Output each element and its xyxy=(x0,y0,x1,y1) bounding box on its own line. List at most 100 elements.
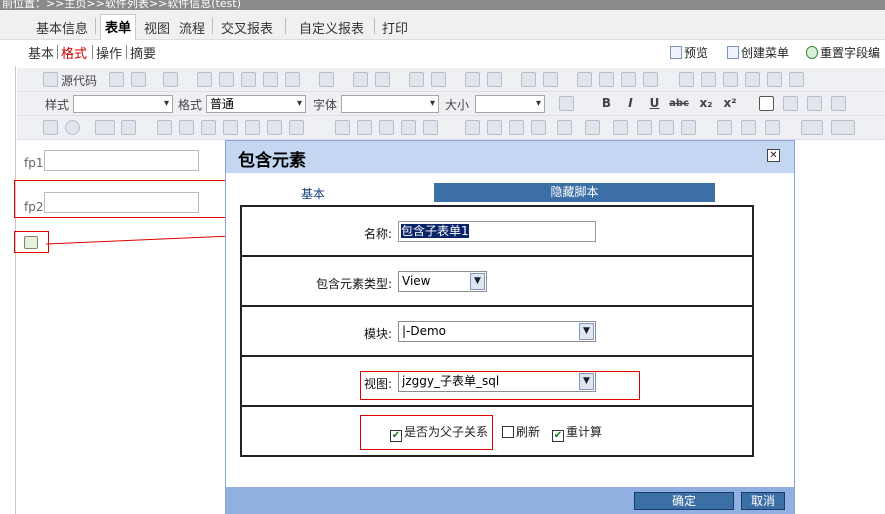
find-icon[interactable] xyxy=(409,72,424,87)
globe-icon[interactable] xyxy=(681,120,696,135)
bracket-icon[interactable] xyxy=(267,120,282,135)
remove-format-icon[interactable] xyxy=(487,72,502,87)
font-select[interactable] xyxy=(341,95,439,113)
undo-icon[interactable] xyxy=(353,72,368,87)
bullet-list-icon[interactable] xyxy=(543,72,558,87)
file-field-icon[interactable] xyxy=(357,120,372,135)
cancel-button[interactable]: 取消 xyxy=(741,492,785,510)
refresh-option[interactable]: 刷新 xyxy=(502,423,540,440)
flash-icon[interactable] xyxy=(701,72,716,87)
tab-basic[interactable]: 基本 xyxy=(301,185,325,202)
pencil-icon[interactable] xyxy=(465,120,480,135)
align-right-icon[interactable] xyxy=(807,96,822,111)
image-icon[interactable] xyxy=(679,72,694,87)
chain-icon[interactable] xyxy=(717,120,732,135)
subnav-basic[interactable]: 基本 xyxy=(28,43,54,62)
paste-icon[interactable] xyxy=(241,72,256,87)
copy-icon[interactable] xyxy=(219,72,234,87)
ok-button[interactable]: 确定 xyxy=(634,492,734,510)
bg-color-icon[interactable] xyxy=(831,120,855,135)
numbered-list-icon[interactable] xyxy=(521,72,536,87)
create-menu-button[interactable]: 创建菜单 xyxy=(727,44,789,61)
close-icon[interactable]: ✕ xyxy=(767,149,780,162)
table-icon[interactable] xyxy=(723,72,738,87)
radio-field-icon[interactable] xyxy=(65,120,80,135)
align-justify-icon[interactable] xyxy=(831,96,846,111)
select-field-icon[interactable] xyxy=(379,120,394,135)
size-select[interactable] xyxy=(475,95,545,113)
select-all-icon[interactable] xyxy=(465,72,480,87)
textfield-icon[interactable] xyxy=(95,120,115,135)
special-char-icon[interactable] xyxy=(789,72,804,87)
document-icon[interactable] xyxy=(659,120,674,135)
reset-fields-button[interactable]: 重置字段编 xyxy=(806,44,880,61)
tab-basic-info[interactable]: 基本信息 xyxy=(32,16,92,39)
outdent-icon[interactable] xyxy=(577,72,592,87)
subnav-format[interactable]: 格式 xyxy=(61,43,87,62)
paste-word-icon[interactable] xyxy=(285,72,300,87)
paste-text-icon[interactable] xyxy=(263,72,278,87)
style-select[interactable] xyxy=(73,95,173,113)
align-center-icon[interactable] xyxy=(783,96,798,111)
bold-button[interactable]: B xyxy=(599,96,614,111)
font-color-icon[interactable] xyxy=(801,120,823,135)
textarea-icon[interactable] xyxy=(121,120,136,135)
blockquote-icon[interactable] xyxy=(621,72,636,87)
fp2-input[interactable] xyxy=(44,192,199,213)
fp1-input[interactable] xyxy=(44,150,199,171)
image-button-icon[interactable] xyxy=(401,120,416,135)
anchor-icon[interactable] xyxy=(765,120,780,135)
save-icon[interactable] xyxy=(109,72,124,87)
smiley-icon[interactable] xyxy=(767,72,782,87)
type-select[interactable]: View ▼ xyxy=(398,271,487,292)
module-select[interactable]: |-Demo ▼ xyxy=(398,321,596,342)
subnav-summary[interactable]: 摘要 xyxy=(130,43,156,62)
include-element-icon[interactable] xyxy=(289,120,304,135)
replace-icon[interactable] xyxy=(431,72,446,87)
spellcheck-icon[interactable] xyxy=(319,72,334,87)
new-page-icon[interactable] xyxy=(131,72,146,87)
tab-cross-report[interactable]: 交叉报表 xyxy=(217,16,277,39)
hidden-field-icon[interactable] xyxy=(201,120,216,135)
source-button[interactable]: 源代码 xyxy=(61,72,97,89)
window-icon[interactable] xyxy=(509,120,524,135)
underline-button[interactable]: U xyxy=(647,96,662,111)
tab-view-icon[interactable] xyxy=(487,120,502,135)
picture-icon[interactable] xyxy=(637,120,652,135)
tab-form[interactable]: 表单 xyxy=(100,14,137,40)
tab-hidden-script[interactable]: 隐藏脚本 xyxy=(434,183,715,202)
recalc-checkbox[interactable]: ✔ xyxy=(552,430,564,442)
tab-print[interactable]: 打印 xyxy=(378,16,412,39)
align-left-icon[interactable] xyxy=(759,96,774,111)
tools-icon[interactable] xyxy=(245,120,260,135)
checkbox-field-icon[interactable] xyxy=(43,120,58,135)
format-select[interactable]: 普通 xyxy=(206,95,306,113)
text-color-icon[interactable] xyxy=(559,96,574,111)
building-icon[interactable] xyxy=(223,120,238,135)
recalc-option[interactable]: ✔ 重计算 xyxy=(552,423,602,442)
chart-icon[interactable] xyxy=(613,120,628,135)
refresh-checkbox[interactable] xyxy=(502,426,514,438)
form-icon[interactable] xyxy=(157,120,172,135)
tab-custom-report[interactable]: 自定义报表 xyxy=(295,16,368,39)
indent-icon[interactable] xyxy=(599,72,614,87)
calendar-icon[interactable] xyxy=(557,120,572,135)
horizontal-rule-icon[interactable] xyxy=(745,72,760,87)
link-icon[interactable] xyxy=(643,72,658,87)
italic-button[interactable]: I xyxy=(623,96,638,111)
preview-icon[interactable] xyxy=(163,72,178,87)
subnav-action[interactable]: 操作 xyxy=(96,43,122,62)
list-field-icon[interactable] xyxy=(423,120,438,135)
cut-icon[interactable] xyxy=(197,72,212,87)
subscript-button[interactable]: x₂ xyxy=(697,96,715,111)
redo-icon[interactable] xyxy=(375,72,390,87)
strike-button[interactable]: abc xyxy=(669,96,689,111)
preview-button[interactable]: 预览 xyxy=(670,44,708,61)
copy-window-icon[interactable] xyxy=(531,120,546,135)
gear-icon[interactable] xyxy=(741,120,756,135)
include-element-icon[interactable] xyxy=(24,236,38,249)
button-field-icon[interactable] xyxy=(335,120,350,135)
camera-icon[interactable] xyxy=(585,120,600,135)
name-input[interactable]: 包含子表单1 xyxy=(398,221,596,242)
tab-flow[interactable]: 流程 xyxy=(175,16,209,39)
